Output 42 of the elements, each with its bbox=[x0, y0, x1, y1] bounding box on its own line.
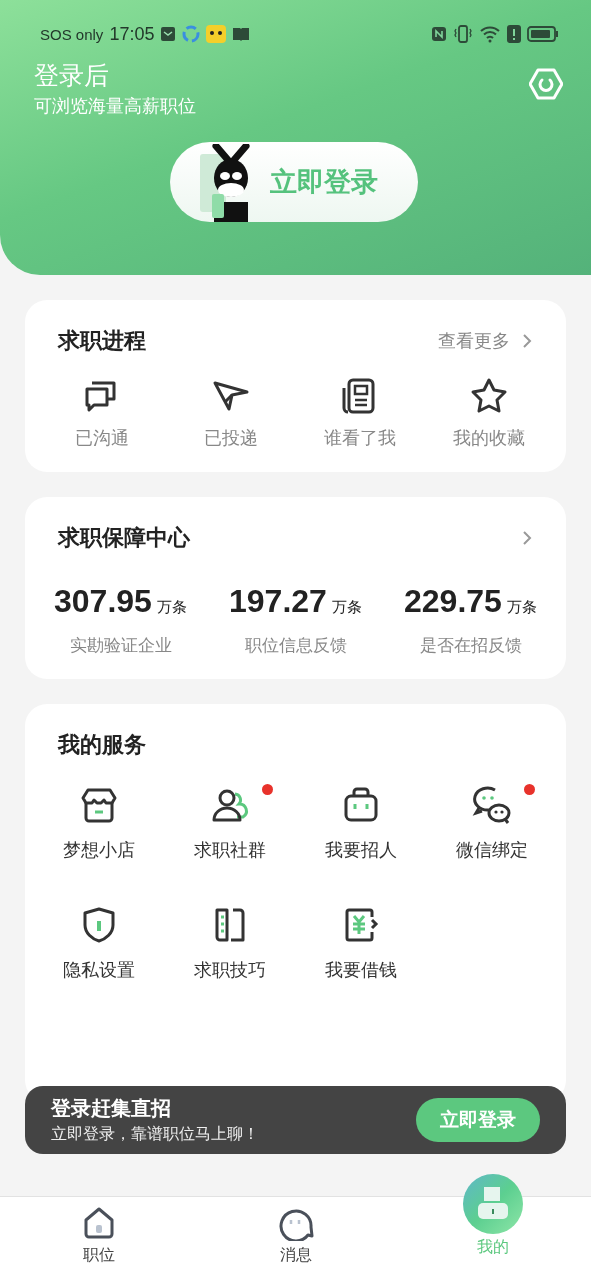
nav-tab[interactable]: 职位 bbox=[0, 1197, 197, 1280]
vibrate-icon bbox=[453, 25, 473, 43]
section-title: 求职保障中心 bbox=[58, 524, 190, 552]
see-more-link[interactable]: 查看更多 bbox=[438, 329, 532, 353]
book-icon bbox=[232, 26, 251, 42]
section-title: 我的服务 bbox=[58, 731, 146, 759]
nav-tab[interactable]: 消息 bbox=[197, 1197, 394, 1280]
service-item[interactable]: 梦想小店 bbox=[33, 784, 165, 862]
header-title: 登录后 bbox=[34, 60, 110, 92]
service-item[interactable]: 微信绑定 bbox=[426, 784, 558, 862]
wifi-icon bbox=[479, 25, 501, 43]
clock: 17:05 bbox=[109, 23, 155, 45]
app-icon bbox=[182, 25, 201, 43]
nfc-icon bbox=[431, 26, 447, 42]
progress-item[interactable]: 已沟通 bbox=[37, 376, 167, 450]
banner-text: 立即登录，靠谱职位马上聊！ bbox=[51, 1124, 259, 1145]
person-icon bbox=[461, 1173, 524, 1235]
service-item[interactable]: 隐私设置 bbox=[33, 904, 165, 982]
service-item[interactable]: 我要借钱 bbox=[295, 904, 427, 982]
stat-label: 实勘验证企业 bbox=[69, 634, 172, 657]
stat-value: 197.27 万条 bbox=[229, 583, 362, 620]
stat-label: 是否在招反馈 bbox=[419, 634, 522, 657]
banner-title: 登录赶集直招 bbox=[51, 1095, 172, 1122]
stat-value: 307.95 万条 bbox=[54, 583, 187, 620]
alert-icon bbox=[507, 25, 521, 43]
app-icon bbox=[206, 25, 227, 43]
stat-label: 职位信息反馈 bbox=[244, 634, 347, 657]
mail-icon bbox=[160, 26, 177, 42]
section-title: 求职进程 bbox=[58, 327, 146, 355]
progress-item[interactable]: 谁看了我 bbox=[295, 376, 425, 450]
carrier-text: SOS only bbox=[40, 25, 104, 43]
progress-item[interactable]: 已投递 bbox=[166, 376, 296, 450]
settings-icon[interactable] bbox=[529, 68, 563, 100]
stat-value: 229.75 万条 bbox=[404, 583, 537, 620]
service-item[interactable]: 求职技巧 bbox=[164, 904, 296, 982]
chevron-right-icon[interactable] bbox=[522, 530, 532, 546]
service-item[interactable]: 我要招人 bbox=[295, 784, 427, 862]
progress-item[interactable]: 我的收藏 bbox=[424, 376, 554, 450]
battery-icon bbox=[527, 25, 559, 43]
service-item[interactable]: 求职社群 bbox=[164, 784, 296, 862]
chevron-right-icon bbox=[522, 333, 532, 349]
header-subtitle: 可浏览海量高薪职位 bbox=[34, 94, 196, 118]
